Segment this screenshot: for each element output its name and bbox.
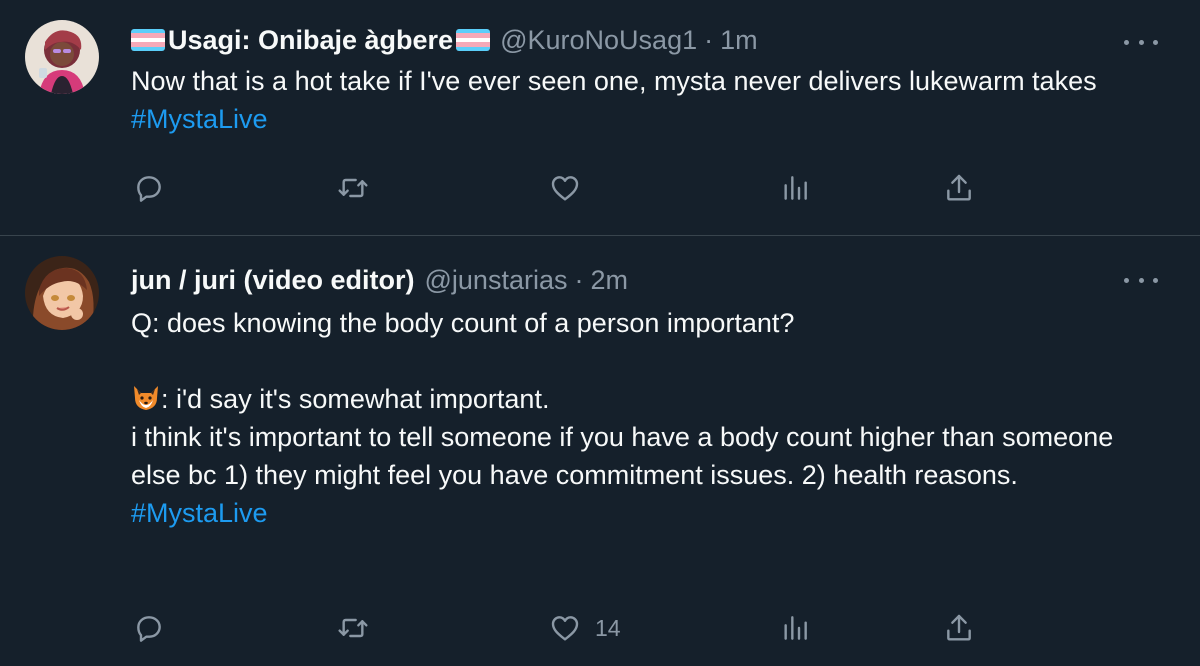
share-button[interactable] bbox=[943, 168, 975, 208]
hashtag-link[interactable]: #MystaLive bbox=[131, 104, 268, 134]
views-icon bbox=[784, 616, 807, 640]
tweet-timestamp[interactable]: 2m bbox=[590, 262, 628, 298]
reply-button[interactable] bbox=[133, 168, 165, 208]
avatar-jun-image bbox=[25, 256, 99, 330]
transgender-flag-icon bbox=[131, 29, 165, 51]
avatar[interactable] bbox=[25, 256, 99, 330]
like-button[interactable] bbox=[549, 168, 595, 208]
separator-dot: · bbox=[704, 25, 714, 55]
share-button[interactable] bbox=[943, 608, 975, 648]
user-handle[interactable]: @junstarias bbox=[425, 262, 568, 298]
tweet[interactable]: Usagi: Onibaje àgbere @KuroNoUsag1 · 1m … bbox=[0, 0, 1200, 236]
tweet[interactable]: jun / juri (video editor) @junstarias · … bbox=[0, 236, 1200, 666]
reply-icon bbox=[137, 176, 161, 202]
tweet-text-line: : i'd say it's somewhat important. bbox=[161, 384, 550, 414]
retweet-icon bbox=[338, 618, 368, 638]
display-name[interactable]: jun / juri (video editor) bbox=[131, 262, 415, 298]
tweet-header: Usagi: Onibaje àgbere @KuroNoUsag1 · 1m bbox=[131, 22, 1160, 58]
more-options-icon[interactable] bbox=[1124, 270, 1158, 290]
avatar-usagi-image bbox=[25, 20, 99, 94]
retweet-button[interactable] bbox=[337, 608, 369, 648]
user-handle[interactable]: @KuroNoUsag1 bbox=[500, 22, 697, 58]
tweet-text-line: i think it's important to tell someone i… bbox=[131, 422, 1121, 490]
views-icon bbox=[784, 176, 807, 200]
tweet-actions bbox=[131, 168, 991, 208]
reply-button[interactable] bbox=[133, 608, 165, 648]
like-button[interactable]: 14 bbox=[549, 608, 621, 648]
tweet-text-body: Now that is a hot take if I've ever seen… bbox=[131, 66, 1105, 96]
more-options-icon[interactable] bbox=[1124, 32, 1158, 52]
tweet-text-line: Q: does knowing the body count of a pers… bbox=[131, 308, 795, 338]
avatar[interactable] bbox=[25, 20, 99, 94]
fox-emoji-icon bbox=[134, 386, 158, 410]
tweet-content: Usagi: Onibaje àgbere @KuroNoUsag1 · 1m … bbox=[131, 22, 1160, 138]
tweet-text: Q: does knowing the body count of a pers… bbox=[131, 304, 1160, 532]
tweet-content: jun / juri (video editor) @junstarias · … bbox=[131, 262, 1160, 532]
heart-icon bbox=[551, 176, 579, 201]
views-button[interactable] bbox=[779, 168, 811, 208]
display-name[interactable]: Usagi: Onibaje àgbere bbox=[131, 22, 491, 58]
retweet-icon bbox=[338, 178, 368, 198]
display-name-text: jun / juri (video editor) bbox=[131, 265, 415, 295]
display-name-text: Usagi: Onibaje àgbere bbox=[168, 25, 454, 55]
timeline: Usagi: Onibaje àgbere @KuroNoUsag1 · 1m … bbox=[0, 0, 1200, 666]
tweet-timestamp[interactable]: 1m bbox=[720, 22, 758, 58]
tweet-actions: 14 bbox=[131, 608, 991, 648]
share-icon bbox=[947, 174, 971, 201]
transgender-flag-icon bbox=[456, 29, 491, 51]
like-count: 14 bbox=[595, 614, 621, 641]
reply-icon bbox=[137, 616, 161, 642]
share-icon bbox=[947, 614, 971, 641]
tweet-text: Now that is a hot take if I've ever seen… bbox=[131, 62, 1160, 138]
views-button[interactable] bbox=[779, 608, 811, 648]
heart-icon bbox=[551, 616, 579, 641]
hashtag-link[interactable]: #MystaLive bbox=[131, 498, 268, 528]
tweet-header: jun / juri (video editor) @junstarias · … bbox=[131, 262, 1160, 298]
retweet-button[interactable] bbox=[337, 168, 369, 208]
separator-dot: · bbox=[574, 265, 584, 295]
